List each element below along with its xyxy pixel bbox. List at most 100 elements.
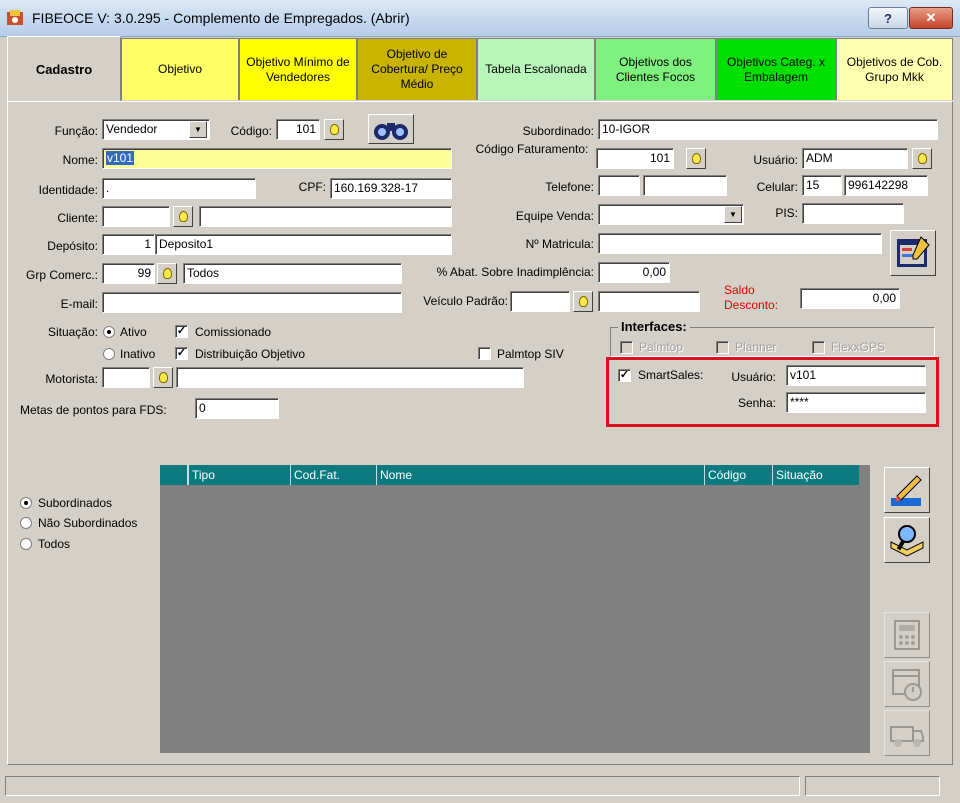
celular-ddd-input[interactable]: 15 [802, 175, 842, 196]
comissionado-label: Comissionado [195, 325, 272, 339]
comissionado-checkbox[interactable]: ✓ [175, 325, 188, 338]
telefone-input[interactable] [643, 175, 727, 196]
codigo-input[interactable]: 101 [276, 119, 320, 140]
cod-fat-input[interactable]: 101 [596, 148, 674, 169]
tab-tabela-escalonada[interactable]: Tabela Escalonada [477, 38, 595, 100]
palmtop-siv-checkbox[interactable] [478, 347, 491, 360]
smartsales-usuario-input[interactable]: v101 [786, 365, 926, 386]
binoculars-search-icon[interactable] [368, 114, 414, 144]
employees-grid[interactable] [160, 465, 870, 753]
usuario-label: Usuário: [753, 153, 798, 167]
identidade-input[interactable]: . [102, 178, 256, 199]
email-label: E-mail: [60, 297, 98, 311]
veiculo-lookup-icon[interactable] [573, 291, 593, 312]
tab-objetivos-categ[interactable]: Objetivos Categ. x Embalagem [716, 38, 836, 100]
grid-column-situacao[interactable]: Situação [772, 465, 859, 485]
radio-inativo[interactable] [103, 348, 115, 360]
smartsales-senha-input[interactable]: **** [786, 392, 926, 413]
radio-subordinados[interactable] [20, 497, 32, 509]
tab-objetivo-cobertura[interactable]: Objetivo de Cobertura/ Preço Médio [357, 38, 477, 100]
deposito-name-input[interactable]: Deposito1 [155, 234, 452, 255]
title-bar: FIBEOCE V: 3.0.295 - Complemento de Empr… [0, 0, 960, 37]
interfaces-title: Interfaces: [618, 319, 690, 334]
subordinados-label: Subordinados [38, 496, 113, 510]
cod-fat-lookup-icon[interactable] [686, 148, 706, 169]
calendar-clock-icon[interactable] [884, 661, 930, 707]
phone-icon[interactable] [884, 612, 930, 658]
celular-input[interactable]: 996142298 [844, 175, 928, 196]
nome-label: Nome: [62, 153, 98, 167]
tab-objetivos-clientes-focos[interactable]: Objetivos dos Clientes Focos [595, 38, 716, 100]
smartsales-senha-label: Senha: [737, 396, 776, 410]
truck-icon[interactable] [884, 710, 930, 756]
tab-objetivo[interactable]: Objetivo [121, 38, 239, 100]
grid-row-indicator [160, 465, 188, 485]
ativo-label: Ativo [120, 325, 147, 339]
grp-comerc-label: Grp Comerc.: [25, 268, 98, 282]
app-icon [7, 10, 23, 25]
distribuicao-checkbox[interactable]: ✓ [175, 347, 188, 360]
grid-column-tipo[interactable]: Tipo [188, 465, 290, 485]
cpf-input[interactable]: 160.169.328-17 [330, 178, 452, 199]
funcao-label: Função: [54, 124, 98, 138]
grid-column-codfat[interactable]: Cod.Fat. [290, 465, 376, 485]
grp-lookup-icon[interactable] [157, 263, 177, 284]
cliente-lookup-icon[interactable] [173, 206, 193, 227]
email-input[interactable] [102, 292, 402, 313]
grp-name-input[interactable]: Todos [183, 263, 402, 284]
palmtop-label: Palmtop [639, 340, 684, 354]
matricula-input[interactable] [598, 233, 882, 254]
telefone-ddd-input[interactable] [598, 175, 640, 196]
distribuicao-label: Distribuição Objetivo [195, 347, 306, 361]
chevron-down-icon[interactable]: ▼ [189, 121, 207, 138]
pis-input[interactable] [802, 203, 904, 224]
veiculo-name-input[interactable] [598, 291, 700, 312]
abat-input[interactable]: 0,00 [598, 262, 670, 283]
tab-objetivos-cob-grupo[interactable]: Objetivos de Cob. Grupo Mkk [836, 38, 953, 100]
search-record-icon[interactable] [884, 517, 930, 563]
radio-ativo[interactable] [103, 326, 115, 338]
radio-todos[interactable] [20, 538, 32, 550]
nao-subordinados-label: Não Subordinados [38, 516, 138, 530]
cliente-name-input[interactable] [199, 206, 452, 227]
todos-label: Todos [38, 537, 71, 551]
telefone-label: Telefone: [545, 180, 594, 194]
grid-column-nome[interactable]: Nome [376, 465, 704, 485]
abat-label: % Abat. Sobre Inadimplência: [436, 265, 594, 279]
cliente-label: Cliente: [57, 211, 98, 225]
motorista-lookup-icon[interactable] [153, 367, 173, 388]
flexxgps-checkbox[interactable] [812, 341, 825, 354]
equipe-select[interactable] [598, 204, 744, 225]
tab-cadastro[interactable]: Cadastro [7, 36, 121, 102]
close-button[interactable]: ✕ [909, 7, 953, 29]
saldo-input[interactable]: 0,00 [800, 288, 900, 309]
form-edit-icon[interactable] [890, 230, 936, 276]
radio-nao-subordinados[interactable] [20, 517, 32, 529]
usuario-input[interactable]: ADM [802, 148, 908, 169]
codigo-lookup-icon[interactable] [324, 119, 344, 140]
palmtop-checkbox[interactable] [620, 341, 633, 354]
subordinado-input[interactable]: 10-IGOR [598, 119, 938, 140]
tab-objetivo-minimo[interactable]: Objetivo Mínimo de Vendedores [239, 38, 357, 100]
nome-input[interactable]: v101 [102, 148, 452, 169]
deposito-code-input[interactable]: 1 [102, 234, 155, 255]
planner-checkbox[interactable] [716, 341, 729, 354]
cliente-code-input[interactable] [102, 206, 170, 227]
cpf-label: CPF: [298, 180, 326, 194]
metas-input[interactable]: 0 [195, 398, 279, 419]
grp-code-input[interactable]: 99 [102, 263, 155, 284]
smartsales-checkbox[interactable]: ✓ [618, 369, 631, 382]
smartsales-usuario-label: Usuário: [731, 370, 776, 384]
veiculo-code-input[interactable] [510, 291, 570, 312]
grid-column-codigo[interactable]: Código [704, 465, 772, 485]
edit-pencil-icon[interactable] [884, 467, 930, 513]
motorista-code-input[interactable] [102, 367, 150, 388]
veiculo-label: Veículo Padrão: [423, 294, 508, 308]
equipe-label: Equipe Venda: [515, 209, 594, 223]
usuario-lookup-icon[interactable] [912, 148, 932, 169]
window-title: FIBEOCE V: 3.0.295 - Complemento de Empr… [32, 10, 410, 26]
motorista-name-input[interactable] [176, 367, 524, 388]
help-button[interactable]: ? [868, 7, 908, 29]
inativo-label: Inativo [120, 347, 156, 361]
smartsales-label: SmartSales: [638, 368, 704, 382]
